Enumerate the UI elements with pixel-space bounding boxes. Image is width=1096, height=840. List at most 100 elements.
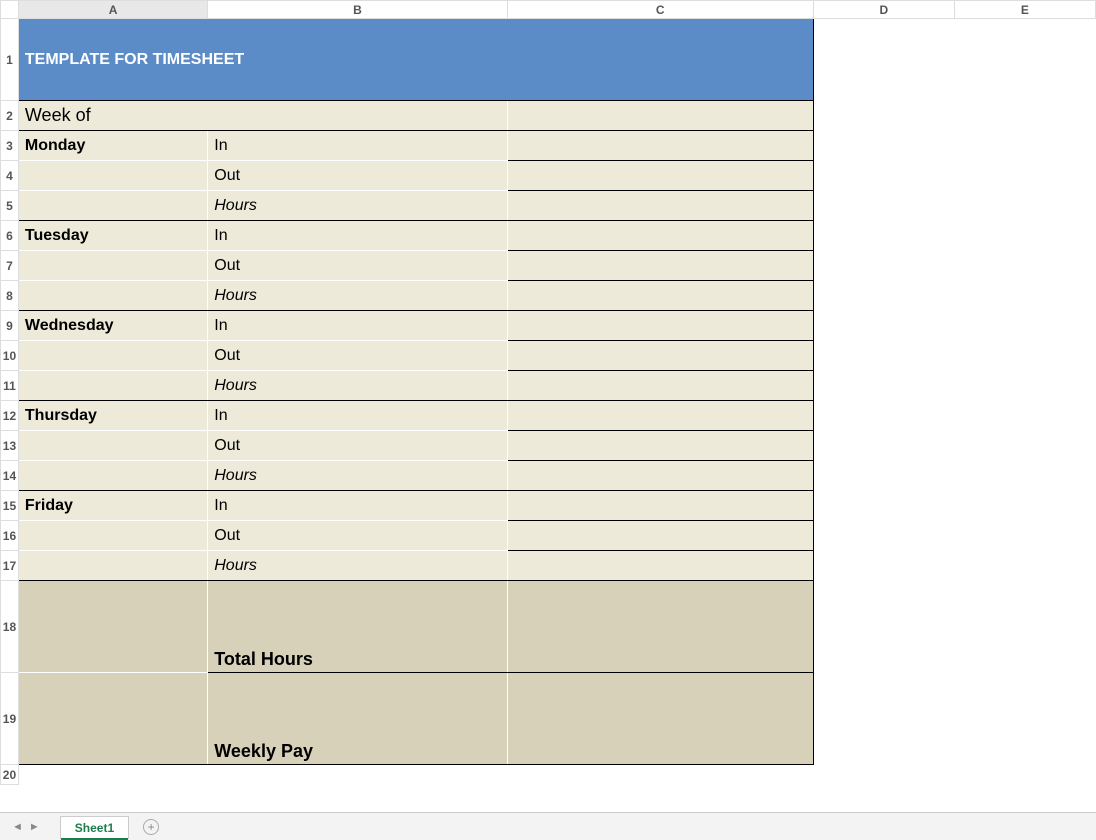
tuesday-out-label[interactable]: Out [208, 251, 507, 281]
day-thursday[interactable]: Thursday [18, 401, 207, 431]
cell-e6[interactable] [954, 221, 1095, 251]
rowhdr-17[interactable]: 17 [1, 551, 19, 581]
rowhdr-11[interactable]: 11 [1, 371, 19, 401]
cell-e9[interactable] [954, 311, 1095, 341]
rowhdr-5[interactable]: 5 [1, 191, 19, 221]
wednesday-out-label[interactable]: Out [208, 341, 507, 371]
cell-d15[interactable] [813, 491, 954, 521]
sheet-tab-sheet1[interactable]: Sheet1 [60, 816, 129, 839]
rowhdr-9[interactable]: 9 [1, 311, 19, 341]
grid[interactable]: A B C D E 1 TEMPLATE FOR TIMESHEET 2 Wee… [0, 0, 1096, 785]
tab-next-icon[interactable]: ► [29, 821, 40, 833]
cell-a8[interactable] [18, 281, 207, 311]
day-monday[interactable]: Monday [18, 131, 207, 161]
thursday-in-label[interactable]: In [208, 401, 507, 431]
rowhdr-13[interactable]: 13 [1, 431, 19, 461]
cell-b20[interactable] [208, 765, 507, 785]
cell-a18[interactable] [18, 581, 207, 673]
cell-e14[interactable] [954, 461, 1095, 491]
tuesday-out-value[interactable] [507, 251, 813, 281]
rowhdr-4[interactable]: 4 [1, 161, 19, 191]
cell-d17[interactable] [813, 551, 954, 581]
monday-out-value[interactable] [507, 161, 813, 191]
cell-e7[interactable] [954, 251, 1095, 281]
wednesday-in-label[interactable]: In [208, 311, 507, 341]
cell-e1[interactable] [954, 19, 1095, 101]
wednesday-in-value[interactable] [507, 311, 813, 341]
cell-e19[interactable] [954, 673, 1095, 765]
cell-a13[interactable] [18, 431, 207, 461]
add-sheet-button[interactable]: + [143, 819, 159, 835]
cell-d11[interactable] [813, 371, 954, 401]
cell-e5[interactable] [954, 191, 1095, 221]
thursday-out-label[interactable]: Out [208, 431, 507, 461]
rowhdr-2[interactable]: 2 [1, 101, 19, 131]
colhdr-c[interactable]: C [507, 1, 813, 19]
cell-d13[interactable] [813, 431, 954, 461]
cell-d2[interactable] [813, 101, 954, 131]
monday-in-label[interactable]: In [208, 131, 507, 161]
day-wednesday[interactable]: Wednesday [18, 311, 207, 341]
cell-a20[interactable] [18, 765, 207, 785]
monday-hours-value[interactable] [507, 191, 813, 221]
colhdr-e[interactable]: E [954, 1, 1095, 19]
cell-d12[interactable] [813, 401, 954, 431]
cell-e2[interactable] [954, 101, 1095, 131]
rowhdr-15[interactable]: 15 [1, 491, 19, 521]
cell-d10[interactable] [813, 341, 954, 371]
colhdr-b[interactable]: B [208, 1, 507, 19]
weekly-pay-value[interactable] [507, 673, 813, 765]
colhdr-a[interactable]: A [18, 1, 207, 19]
rowhdr-20[interactable]: 20 [1, 765, 19, 785]
friday-hours-label[interactable]: Hours [208, 551, 507, 581]
week-of-label[interactable]: Week of [18, 101, 507, 131]
rowhdr-8[interactable]: 8 [1, 281, 19, 311]
cell-a7[interactable] [18, 251, 207, 281]
wednesday-hours-label[interactable]: Hours [208, 371, 507, 401]
rowhdr-16[interactable]: 16 [1, 521, 19, 551]
cell-e13[interactable] [954, 431, 1095, 461]
cell-e20[interactable] [954, 765, 1095, 785]
wednesday-out-value[interactable] [507, 341, 813, 371]
rowhdr-18[interactable]: 18 [1, 581, 19, 673]
cell-d3[interactable] [813, 131, 954, 161]
cell-d1[interactable] [813, 19, 954, 101]
rowhdr-7[interactable]: 7 [1, 251, 19, 281]
cell-e17[interactable] [954, 551, 1095, 581]
cell-a19[interactable] [18, 673, 207, 765]
cell-e4[interactable] [954, 161, 1095, 191]
cell-a17[interactable] [18, 551, 207, 581]
monday-out-label[interactable]: Out [208, 161, 507, 191]
weekly-pay-label[interactable]: Weekly Pay [208, 673, 507, 765]
cell-e15[interactable] [954, 491, 1095, 521]
day-friday[interactable]: Friday [18, 491, 207, 521]
cell-d7[interactable] [813, 251, 954, 281]
cell-e16[interactable] [954, 521, 1095, 551]
cell-a10[interactable] [18, 341, 207, 371]
total-hours-label[interactable]: Total Hours [208, 581, 507, 673]
cell-c20[interactable] [507, 765, 813, 785]
cell-e12[interactable] [954, 401, 1095, 431]
thursday-in-value[interactable] [507, 401, 813, 431]
total-hours-value[interactable] [507, 581, 813, 673]
friday-out-value[interactable] [507, 521, 813, 551]
thursday-out-value[interactable] [507, 431, 813, 461]
cell-d8[interactable] [813, 281, 954, 311]
thursday-hours-label[interactable]: Hours [208, 461, 507, 491]
cell-e3[interactable] [954, 131, 1095, 161]
cell-d9[interactable] [813, 311, 954, 341]
week-of-value[interactable] [507, 101, 813, 131]
title-cell[interactable]: TEMPLATE FOR TIMESHEET [18, 19, 813, 101]
cell-d4[interactable] [813, 161, 954, 191]
cell-e8[interactable] [954, 281, 1095, 311]
rowhdr-1[interactable]: 1 [1, 19, 19, 101]
friday-in-label[interactable]: In [208, 491, 507, 521]
cell-d18[interactable] [813, 581, 954, 673]
cell-a4[interactable] [18, 161, 207, 191]
cell-d20[interactable] [813, 765, 954, 785]
cell-e11[interactable] [954, 371, 1095, 401]
cell-e10[interactable] [954, 341, 1095, 371]
select-all-corner[interactable] [1, 1, 19, 19]
cell-a11[interactable] [18, 371, 207, 401]
cell-d16[interactable] [813, 521, 954, 551]
